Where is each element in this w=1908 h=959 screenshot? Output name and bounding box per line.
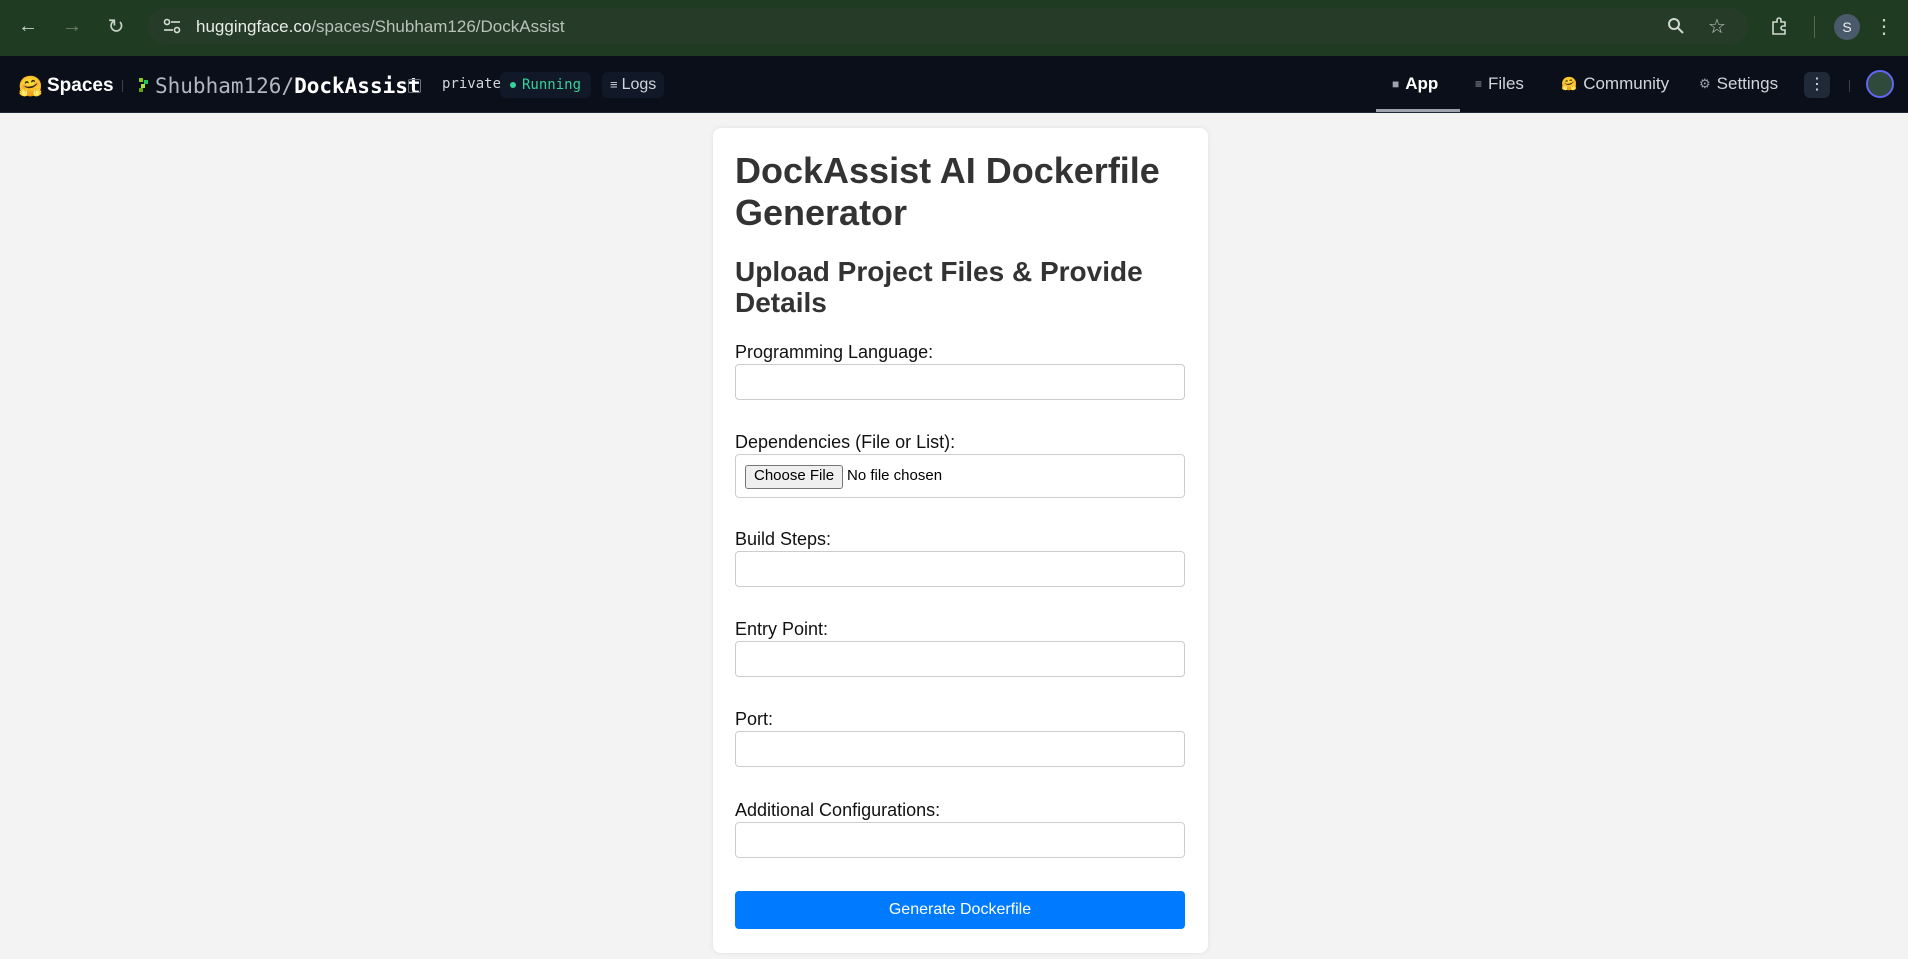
build-steps-label: Build Steps:	[735, 529, 832, 549]
tab-app-label: App	[1405, 74, 1439, 93]
gear-icon: ⚙	[1699, 76, 1711, 91]
logs-button[interactable]: ≡ Logs	[602, 72, 665, 98]
more-options-button[interactable]: ⋮	[1804, 72, 1830, 98]
back-icon[interactable]: ←	[14, 12, 42, 40]
tab-settings[interactable]: ⚙ Settings	[1699, 74, 1778, 94]
repo-owner-link[interactable]: Shubham126	[155, 74, 281, 98]
repo-breadcrumb: Shubham126/DockAssist	[155, 74, 421, 98]
profile-avatar[interactable]: S	[1834, 14, 1860, 40]
port-input[interactable]	[735, 731, 1185, 767]
forward-icon[interactable]: →	[58, 12, 86, 40]
status-text: Running	[522, 77, 582, 93]
status-badge[interactable]: Running	[500, 72, 592, 98]
space-header: 🤗 Spaces Shubham126/DockAssist private R…	[0, 56, 1908, 113]
section-heading: Upload Project Files & Provide Details	[735, 256, 1143, 318]
space-icon	[139, 78, 148, 92]
hugging-face-logo-icon[interactable]: 🤗	[18, 74, 43, 99]
tab-files-label: Files	[1488, 74, 1524, 93]
status-dot-icon	[510, 82, 516, 88]
extensions-icon[interactable]	[1768, 14, 1792, 38]
additional-config-label: Additional Configurations:	[735, 800, 941, 820]
zoom-icon[interactable]	[1664, 14, 1688, 38]
file-status-text: No file chosen	[847, 467, 943, 484]
spaces-link[interactable]: Spaces	[47, 75, 114, 97]
entry-point-input[interactable]	[735, 641, 1185, 677]
cube-icon: ■	[1392, 77, 1400, 91]
tab-community[interactable]: 🤗 Community	[1561, 74, 1669, 94]
entry-point-label: Entry Point:	[735, 619, 829, 639]
dependencies-label: Dependencies (File or List):	[735, 432, 956, 452]
address-bar[interactable]: huggingface.co/spaces/Shubham126/DockAss…	[148, 8, 1748, 44]
tab-community-label: Community	[1583, 74, 1670, 93]
browser-toolbar: ← → ↻ huggingface.co/spaces/Shubham126/D…	[0, 0, 1908, 56]
browser-menu-icon[interactable]: ⋮	[1872, 14, 1896, 38]
breadcrumb-separator: /	[281, 74, 295, 98]
repo-name-link[interactable]: DockAssist	[294, 74, 420, 98]
additional-config-input[interactable]	[735, 822, 1185, 858]
toolbar-divider	[1814, 16, 1815, 38]
build-steps-input[interactable]	[735, 551, 1185, 587]
form-card: DockAssist AI Dockerfile Generator Uploa…	[713, 128, 1208, 953]
active-tab-indicator	[1376, 109, 1460, 112]
language-label: Programming Language:	[735, 342, 934, 362]
logs-icon: ≡	[610, 77, 618, 92]
files-icon: ≡	[1475, 77, 1483, 91]
logs-label: Logs	[621, 76, 657, 93]
url-path: /spaces/Shubham126/DockAssist	[311, 17, 565, 36]
url-text: huggingface.co/spaces/Shubham126/DockAss…	[196, 17, 565, 37]
generate-dockerfile-button[interactable]: Generate Dockerfile	[735, 891, 1185, 929]
community-icon: 🤗	[1561, 76, 1578, 91]
dependencies-file-input[interactable]: Choose File No file chosen	[735, 454, 1185, 498]
site-info-icon[interactable]	[162, 17, 182, 35]
tab-files[interactable]: ≡ Files	[1475, 74, 1524, 94]
user-avatar[interactable]	[1866, 70, 1894, 98]
choose-file-button[interactable]: Choose File	[745, 465, 844, 489]
header-divider-right	[1849, 80, 1850, 92]
page-title: DockAssist AI Dockerfile Generator	[735, 150, 1160, 233]
tab-settings-label: Settings	[1716, 74, 1779, 93]
bookmark-star-icon[interactable]: ☆	[1705, 14, 1729, 38]
port-label: Port:	[735, 709, 774, 729]
reload-icon[interactable]: ↻	[102, 12, 130, 40]
tab-app[interactable]: ■ App	[1392, 74, 1438, 94]
header-divider	[122, 80, 123, 92]
language-input[interactable]	[735, 364, 1185, 400]
copy-icon[interactable]	[408, 79, 421, 93]
url-host: huggingface.co	[196, 17, 312, 36]
